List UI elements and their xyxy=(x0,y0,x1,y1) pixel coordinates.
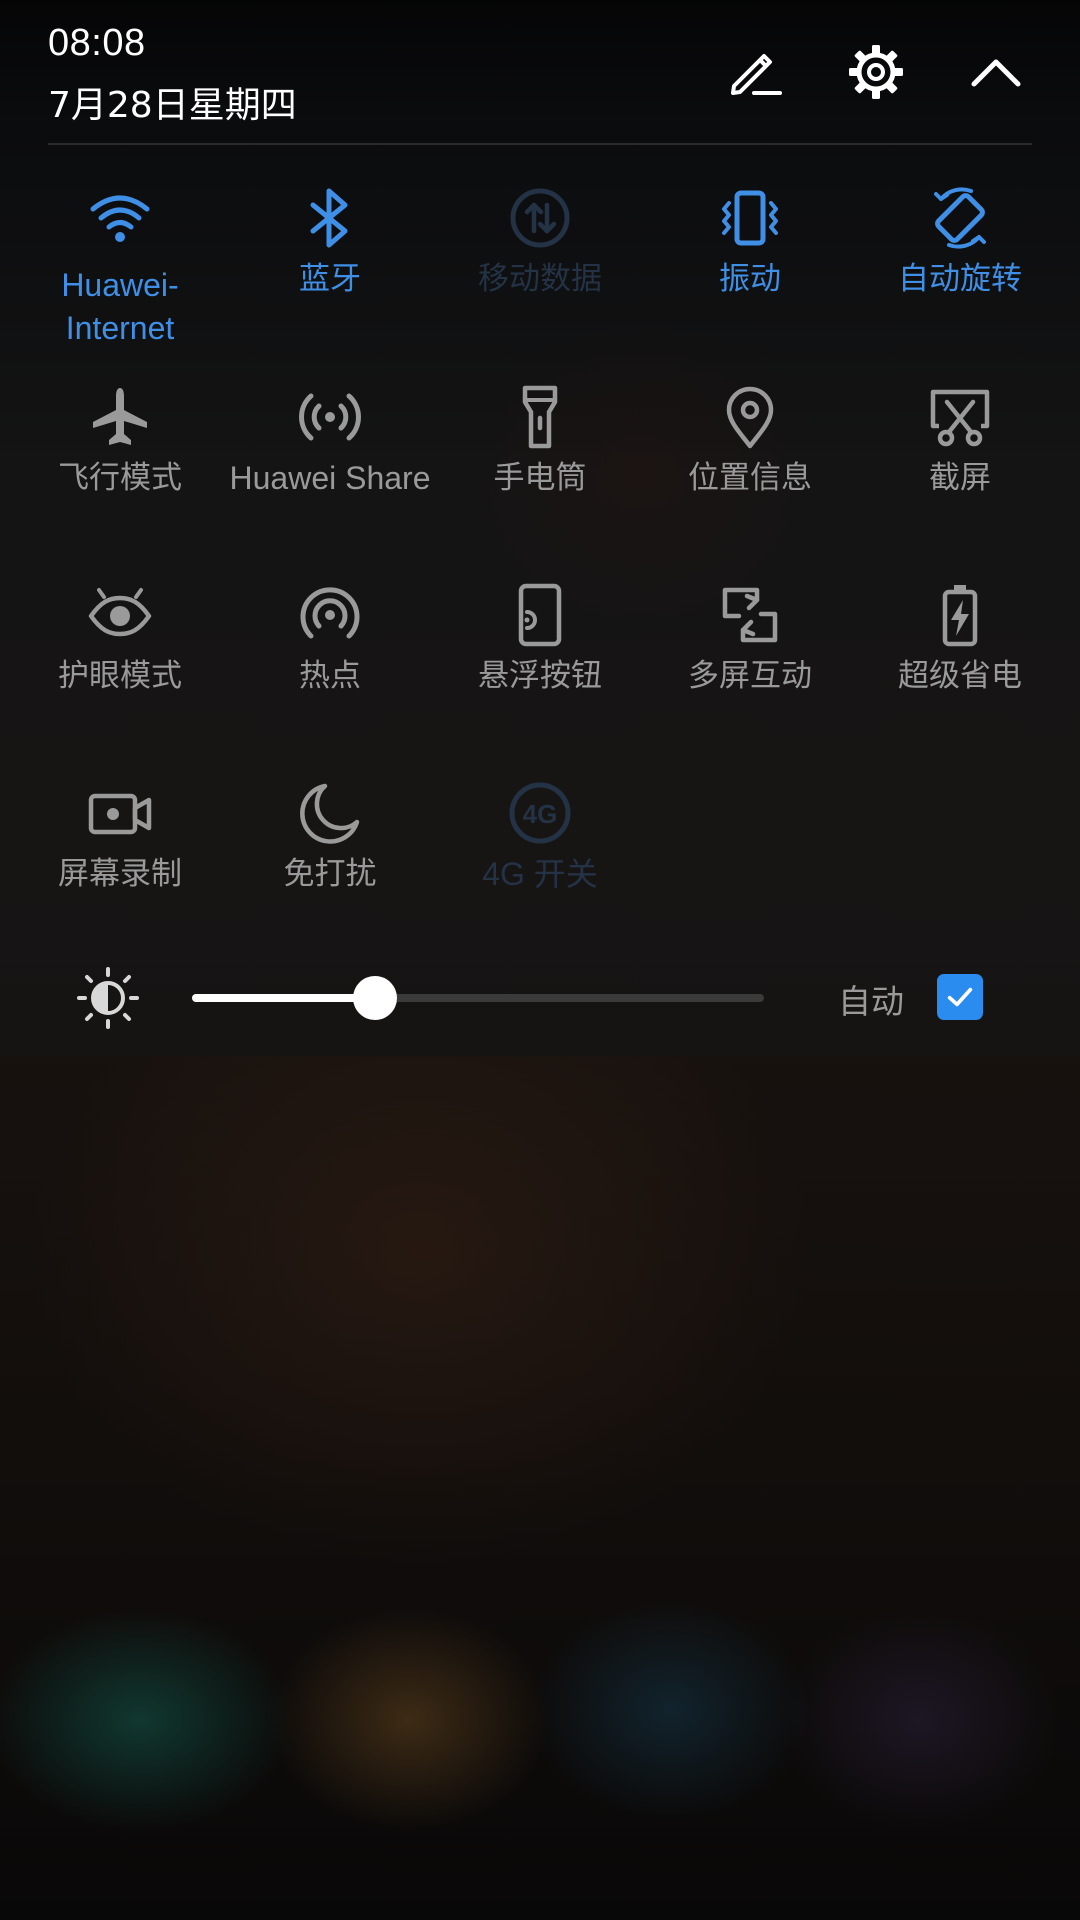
tile-4g-switch-label: 4G 开关 xyxy=(482,856,598,892)
checkmark-icon xyxy=(947,987,973,1007)
collapse-button[interactable] xyxy=(964,40,1028,104)
wifi-icon xyxy=(86,184,154,252)
bluetooth-icon xyxy=(296,184,364,252)
tile-huawei-share[interactable]: Huawei Share xyxy=(225,383,435,553)
tile-auto-rotate[interactable]: 自动旋转 xyxy=(855,184,1065,354)
quick-settings-shade: 08:08 7月28日星期四 Huawei- Internet 蓝牙 移动数据 … xyxy=(0,0,1080,1056)
tile-screenshot[interactable]: 截屏 xyxy=(855,383,1065,553)
tile-auto-rotate-label: 自动旋转 xyxy=(898,261,1022,297)
tile-mobile-data[interactable]: 移动数据 xyxy=(435,184,645,354)
tile-airplane-label: 飞行模式 xyxy=(58,460,182,496)
tile-location-label: 位置信息 xyxy=(688,460,812,496)
vibrate-icon xyxy=(716,184,784,252)
mobile-data-icon xyxy=(506,184,574,252)
4g-switch-icon: 4G xyxy=(506,779,574,847)
tile-do-not-disturb-label: 免打扰 xyxy=(283,856,377,892)
auto-brightness-label: 自动 xyxy=(838,982,904,1021)
tile-4g-switch[interactable]: 4G 4G 开关 xyxy=(435,779,645,949)
screen-record-icon xyxy=(86,779,154,847)
location-pin-icon xyxy=(716,383,784,451)
tile-flashlight-label: 手电筒 xyxy=(493,460,587,496)
auto-rotate-icon xyxy=(926,184,994,252)
tile-mobile-data-label: 移动数据 xyxy=(478,261,602,297)
tile-wifi[interactable]: Huawei- Internet xyxy=(15,184,225,354)
tile-vibrate-label: 振动 xyxy=(719,261,781,297)
airplane-icon xyxy=(86,383,154,451)
tile-battery-saver[interactable]: 超级省电 xyxy=(855,581,1065,751)
tile-hotspot-label: 热点 xyxy=(299,658,361,694)
do-not-disturb-moon-icon xyxy=(296,779,364,847)
tile-hotspot[interactable]: 热点 xyxy=(225,581,435,751)
settings-button[interactable] xyxy=(844,40,908,104)
multi-screen-icon xyxy=(716,581,784,649)
tile-location[interactable]: 位置信息 xyxy=(645,383,855,553)
tile-screen-record-label: 屏幕录制 xyxy=(58,856,182,892)
tile-bluetooth-label: 蓝牙 xyxy=(299,261,361,297)
clock-time: 08:08 xyxy=(48,22,146,64)
tile-multi-screen[interactable]: 多屏互动 xyxy=(645,581,855,751)
tile-wifi-label: Huawei- Internet xyxy=(61,267,179,346)
huawei-share-icon xyxy=(296,383,364,451)
auto-brightness-checkbox[interactable] xyxy=(937,974,983,1020)
tile-do-not-disturb[interactable]: 免打扰 xyxy=(225,779,435,949)
pencil-edit-icon xyxy=(731,54,782,95)
tile-huawei-share-label: Huawei Share xyxy=(229,460,431,496)
battery-saver-icon xyxy=(926,581,994,649)
brightness-slider[interactable] xyxy=(192,976,764,1020)
screen: 08:08 7月28日星期四 Huawei- Internet 蓝牙 移动数据 … xyxy=(0,0,1080,1920)
tile-bluetooth[interactable]: 蓝牙 xyxy=(225,184,435,354)
chevron-up-icon xyxy=(971,59,1021,87)
tile-eye-comfort-label: 护眼模式 xyxy=(58,658,182,694)
floating-dock-icon xyxy=(506,581,574,649)
tile-vibrate[interactable]: 振动 xyxy=(645,184,855,354)
svg-text:4G: 4G xyxy=(523,799,558,829)
brightness-sun-icon xyxy=(76,966,140,1030)
gear-icon xyxy=(849,45,903,99)
edit-button[interactable] xyxy=(722,40,786,104)
tile-screen-record[interactable]: 屏幕录制 xyxy=(15,779,225,949)
screenshot-scissors-icon xyxy=(926,383,994,451)
tile-multi-screen-label: 多屏互动 xyxy=(688,658,812,694)
hotspot-icon xyxy=(296,581,364,649)
eye-comfort-icon xyxy=(86,581,154,649)
clock-date: 7月28日星期四 xyxy=(48,85,297,126)
tile-floating-dock-label: 悬浮按钮 xyxy=(478,658,602,694)
tile-battery-saver-label: 超级省电 xyxy=(898,658,1022,694)
brightness-slider-fill xyxy=(192,994,376,1002)
brightness-slider-thumb[interactable] xyxy=(353,976,398,1020)
tile-eye-comfort[interactable]: 护眼模式 xyxy=(15,581,225,751)
tile-airplane[interactable]: 飞行模式 xyxy=(15,383,225,553)
tile-floating-dock[interactable]: 悬浮按钮 xyxy=(435,581,645,751)
flashlight-icon xyxy=(506,383,574,451)
tile-flashlight[interactable]: 手电筒 xyxy=(435,383,645,553)
tile-screenshot-label: 截屏 xyxy=(929,460,991,496)
header-divider xyxy=(48,143,1032,145)
